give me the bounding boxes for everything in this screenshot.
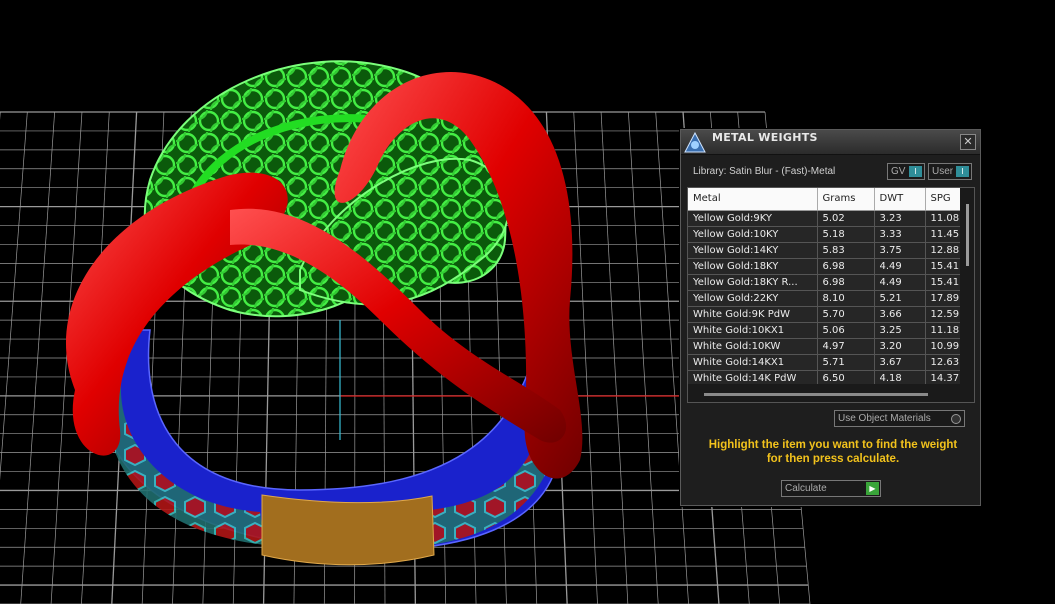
toggle-knob-icon: I [909,166,922,177]
grams-cell: 5.70 [817,306,875,323]
grams-cell: 5.83 [817,242,875,259]
grams-cell: 5.71 [817,354,875,371]
dwt-cell: 3.20 [874,338,926,355]
play-arrow-icon: ▶ [866,482,879,495]
dwt-cell: 3.23 [874,210,926,227]
table-vertical-scrollbar[interactable] [966,204,969,266]
metal-cell: Yellow Gold:10KY [688,226,818,243]
table-horizontal-scrollbar[interactable] [704,393,928,396]
table-row[interactable]: White Gold:14KX1 5.71 3.67 12.63 [688,354,960,371]
calculate-button[interactable]: Calculate ▶ [781,480,881,497]
dwt-cell: 4.49 [874,274,926,291]
table-row[interactable]: Yellow Gold:9KY 5.02 3.23 11.08 [688,210,960,227]
use-object-materials-option[interactable]: Use Object Materials [834,410,965,427]
dwt-cell: 4.18 [874,370,926,384]
close-button[interactable]: ✕ [960,134,976,150]
library-label: Library: Satin Blur - (Fast)-Metal [693,166,836,177]
gv-toggle[interactable]: GV I [887,163,925,180]
spg-cell: 10.99 [925,338,960,355]
instruction-text: Highlight the item you want to find the … [693,438,973,466]
table-row[interactable]: Yellow Gold:18KY R... 6.98 4.49 15.41 [688,274,960,291]
metal-cell: Yellow Gold:18KY [688,258,818,275]
spg-cell: 14.37 [925,370,960,384]
spg-cell: 15.41 [925,258,960,275]
gv-toggle-label: GV [891,166,906,177]
table-row[interactable]: White Gold:10KW 4.97 3.20 10.99 [688,338,960,355]
metal-cell: Yellow Gold:18KY R... [688,274,818,291]
spg-cell: 12.63 [925,354,960,371]
table-row[interactable]: White Gold:9K PdW 5.70 3.66 12.59 [688,306,960,323]
dwt-cell: 3.67 [874,354,926,371]
column-header-grams[interactable]: Grams [817,188,875,211]
metal-cell: White Gold:10KX1 [688,322,818,339]
metal-cell: White Gold:10KW [688,338,818,355]
dwt-cell: 3.33 [874,226,926,243]
column-header-metal[interactable]: Metal [688,188,818,211]
table-header-row: Metal Grams DWT SPG [688,188,960,211]
table-row[interactable]: Yellow Gold:22KY 8.10 5.21 17.89 [688,290,960,307]
ring-model[interactable] [65,60,583,566]
metal-cell: White Gold:14K PdW [688,370,818,384]
spg-cell: 15.41 [925,274,960,291]
metal-cell: Yellow Gold:22KY [688,290,818,307]
dwt-cell: 3.75 [874,242,926,259]
metal-cell: Yellow Gold:14KY [688,242,818,259]
user-toggle[interactable]: User I [928,163,972,180]
metal-table-container: Metal Grams DWT SPG Yellow Gold:9KY 5.02 3… [687,187,975,403]
dwt-cell: 4.49 [874,258,926,275]
column-header-dwt[interactable]: DWT [874,188,926,211]
table-row[interactable]: Yellow Gold:18KY 6.98 4.49 15.41 [688,258,960,275]
grams-cell: 6.50 [817,370,875,384]
dwt-cell: 3.25 [874,322,926,339]
table-row[interactable]: White Gold:10KX1 5.06 3.25 11.18 [688,322,960,339]
table-row[interactable]: Yellow Gold:14KY 5.83 3.75 12.88 [688,242,960,259]
instruction-line: Highlight the item you want to find the … [708,439,958,451]
panel-titlebar[interactable]: METAL WEIGHTS ✕ [681,130,980,155]
table-row[interactable]: Yellow Gold:10KY 5.18 3.33 11.45 [688,226,960,243]
spg-cell: 12.59 [925,306,960,323]
user-toggle-label: User [932,166,954,177]
spg-cell: 17.89 [925,290,960,307]
grams-cell: 5.02 [817,210,875,227]
spg-cell: 11.08 [925,210,960,227]
spg-cell: 11.18 [925,322,960,339]
use-object-materials-label: Use Object Materials [838,413,931,424]
grams-cell: 5.06 [817,322,875,339]
metal-cell: White Gold:14KX1 [688,354,818,371]
column-header-spg[interactable]: SPG [925,188,960,211]
panel-title: METAL WEIGHTS [712,131,818,144]
weight-scale-icon [684,131,706,153]
metal-cell: Yellow Gold:9KY [688,210,818,227]
metal-table: Metal Grams DWT SPG Yellow Gold:9KY 5.02 3… [688,188,960,384]
spg-cell: 12.88 [925,242,960,259]
instruction-line: for then press calculate. [766,453,900,465]
metal-weights-panel: METAL WEIGHTS ✕ Library: Satin Blur - (F… [680,129,981,506]
dwt-cell: 5.21 [874,290,926,307]
metal-cell: White Gold:9K PdW [688,306,818,323]
table-row[interactable]: White Gold:14K PdW 6.50 4.18 14.37 [688,370,960,384]
grams-cell: 6.98 [817,274,875,291]
band-gold-section [261,494,435,566]
calculate-label: Calculate [785,483,827,494]
radio-icon [951,414,961,424]
grams-cell: 8.10 [817,290,875,307]
dwt-cell: 3.66 [874,306,926,323]
toggle-knob-icon: I [956,166,969,177]
grams-cell: 4.97 [817,338,875,355]
spg-cell: 11.45 [925,226,960,243]
grams-cell: 6.98 [817,258,875,275]
grams-cell: 5.18 [817,226,875,243]
